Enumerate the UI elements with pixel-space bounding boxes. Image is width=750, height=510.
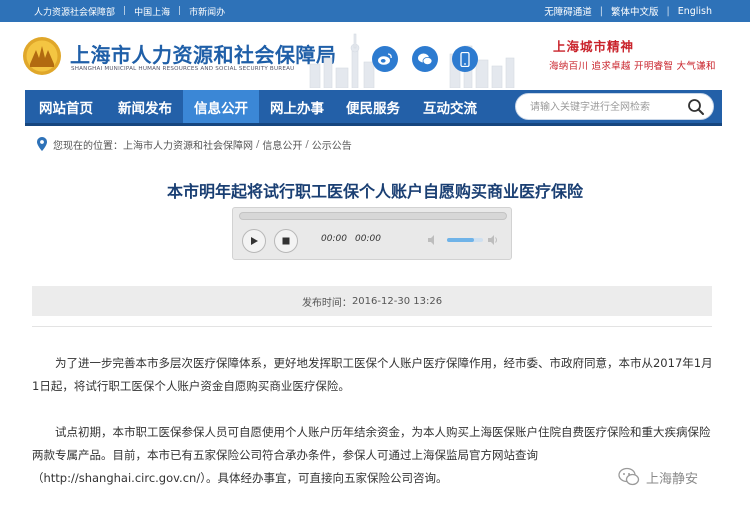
main-nav: 网站首页 新闻发布 信息公开 网上办事 便民服务 互动交流 xyxy=(25,90,722,126)
wechat-watermark-icon xyxy=(618,467,640,486)
link-news-office[interactable]: 市新闻办 xyxy=(189,5,225,18)
top-left-links: 人力资源社会保障部 | 中国上海 | 市新闻办 xyxy=(34,0,225,22)
divider: | xyxy=(599,5,603,17)
audio-progress-bar[interactable] xyxy=(239,212,507,220)
site-subtitle: SHANGHAI MUNICIPAL HUMAN RESOURCES AND S… xyxy=(71,66,295,72)
watermark-text: 上海静安 xyxy=(646,471,699,487)
divider: | xyxy=(178,6,182,16)
volume-level xyxy=(447,238,474,242)
nav-online-services[interactable]: 网上办事 xyxy=(259,90,335,123)
play-icon xyxy=(251,237,258,245)
audio-player: 00:00 00:00 xyxy=(232,207,512,260)
site-title[interactable]: 上海市人力资源和社会保障局 xyxy=(70,39,337,68)
link-traditional-chinese[interactable]: 繁体中文版 xyxy=(611,4,659,18)
divider: | xyxy=(666,5,670,17)
stop-icon xyxy=(282,237,290,245)
location-pin-icon xyxy=(37,137,47,151)
duration-time: 00:00 xyxy=(355,234,381,244)
article-paragraph-1: 为了进一步完善本市多层次医疗保障体系，更好地发挥职工医保个人账户医疗保障作用，经… xyxy=(32,356,713,393)
wechat-watermark: 上海静安 xyxy=(618,466,698,488)
weibo-icon[interactable] xyxy=(372,46,398,72)
link-english[interactable]: English xyxy=(678,6,712,17)
stop-button[interactable] xyxy=(274,229,298,253)
search-icon[interactable] xyxy=(687,98,705,116)
publish-info-bar: 发布时间： 2016-12-30 13:26 xyxy=(32,286,712,316)
bureau-emblem-icon[interactable] xyxy=(22,36,62,76)
city-spirit-title: 上海城市精神 xyxy=(553,39,635,54)
nav-news[interactable]: 新闻发布 xyxy=(107,90,183,123)
city-spirit-text: 海纳百川 追求卓越 开明睿智 大气谦和 xyxy=(549,61,716,72)
search-input[interactable] xyxy=(530,98,680,116)
link-accessibility[interactable]: 无障碍通道 xyxy=(544,4,592,18)
wechat-icon[interactable] xyxy=(412,46,438,72)
volume-icon[interactable] xyxy=(487,234,499,246)
mute-icon[interactable] xyxy=(427,234,439,246)
current-time: 00:00 xyxy=(321,234,347,244)
nav-interaction[interactable]: 互动交流 xyxy=(411,90,489,123)
breadcrumb-home[interactable]: 上海市人力资源和社会保障网 xyxy=(123,137,253,152)
mobile-icon[interactable] xyxy=(452,46,478,72)
breadcrumb-info-disclosure[interactable]: 信息公开 xyxy=(262,137,302,152)
top-right-links: 无障碍通道 | 繁体中文版 | English xyxy=(544,0,712,22)
breadcrumb: 您现在的位置： 上海市人力资源和社会保障网 / 信息公开 / 公示公告 xyxy=(37,136,352,152)
divider: | xyxy=(123,6,127,16)
play-button[interactable] xyxy=(242,229,266,253)
nav-convenience-services[interactable]: 便民服务 xyxy=(335,90,411,123)
para3-suffix: ）。具体经办事宜，可直接向五家保险公司咨询。 xyxy=(200,471,448,485)
link-china-shanghai[interactable]: 中国上海 xyxy=(134,5,170,18)
breadcrumb-separator: / xyxy=(256,138,260,150)
article-title: 本市明年起将试行职工医保个人账户自愿购买商业医疗保险 xyxy=(166,182,583,201)
para3-prefix: （ xyxy=(32,471,44,485)
nav-home[interactable]: 网站首页 xyxy=(25,90,107,123)
publish-time: 2016-12-30 13:26 xyxy=(351,295,443,307)
link-mohrss[interactable]: 人力资源社会保障部 xyxy=(34,5,115,18)
article-paragraph-2: 试点初期，本市职工医保参保人员可自愿使用个人账户历年结余资金，为本人购买上海医保… xyxy=(32,425,711,462)
circ-website-link[interactable]: http://shanghai.circ.gov.cn/ xyxy=(44,471,201,485)
content-divider xyxy=(32,326,712,327)
article-paragraph-3: （http://shanghai.circ.gov.cn/）。具体经办事宜，可直… xyxy=(32,467,717,490)
top-utility-bar: 人力资源社会保障部 | 中国上海 | 市新闻办 无障碍通道 | 繁体中文版 | … xyxy=(0,0,750,22)
breadcrumb-label: 您现在的位置： xyxy=(53,140,123,152)
site-header: 上海市人力资源和社会保障局 SHANGHAI MUNICIPAL HUMAN R… xyxy=(0,22,750,90)
search-box xyxy=(515,93,714,120)
breadcrumb-announcements[interactable]: 公示公告 xyxy=(312,137,352,152)
breadcrumb-separator: / xyxy=(305,138,309,150)
volume-slider[interactable] xyxy=(447,238,483,242)
nav-info-disclosure[interactable]: 信息公开 xyxy=(183,90,259,123)
publish-label: 发布时间： xyxy=(301,297,352,309)
